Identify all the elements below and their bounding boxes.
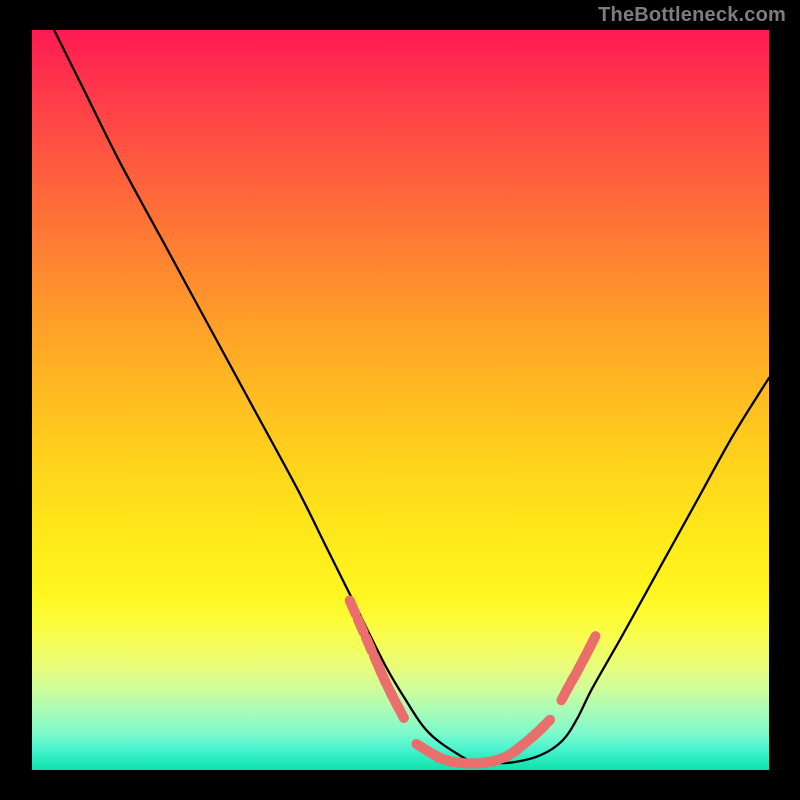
marker-dots	[350, 601, 596, 764]
marker-segment	[589, 636, 596, 649]
plot-area	[32, 30, 769, 770]
chart-frame: TheBottleneck.com	[0, 0, 800, 800]
watermark-text: TheBottleneck.com	[598, 4, 786, 27]
curve-svg	[32, 30, 769, 770]
bottleneck-curve	[54, 30, 769, 763]
marker-segment	[397, 705, 404, 718]
marker-segment	[366, 638, 372, 651]
marker-segment	[350, 601, 356, 614]
marker-segment	[358, 619, 364, 632]
